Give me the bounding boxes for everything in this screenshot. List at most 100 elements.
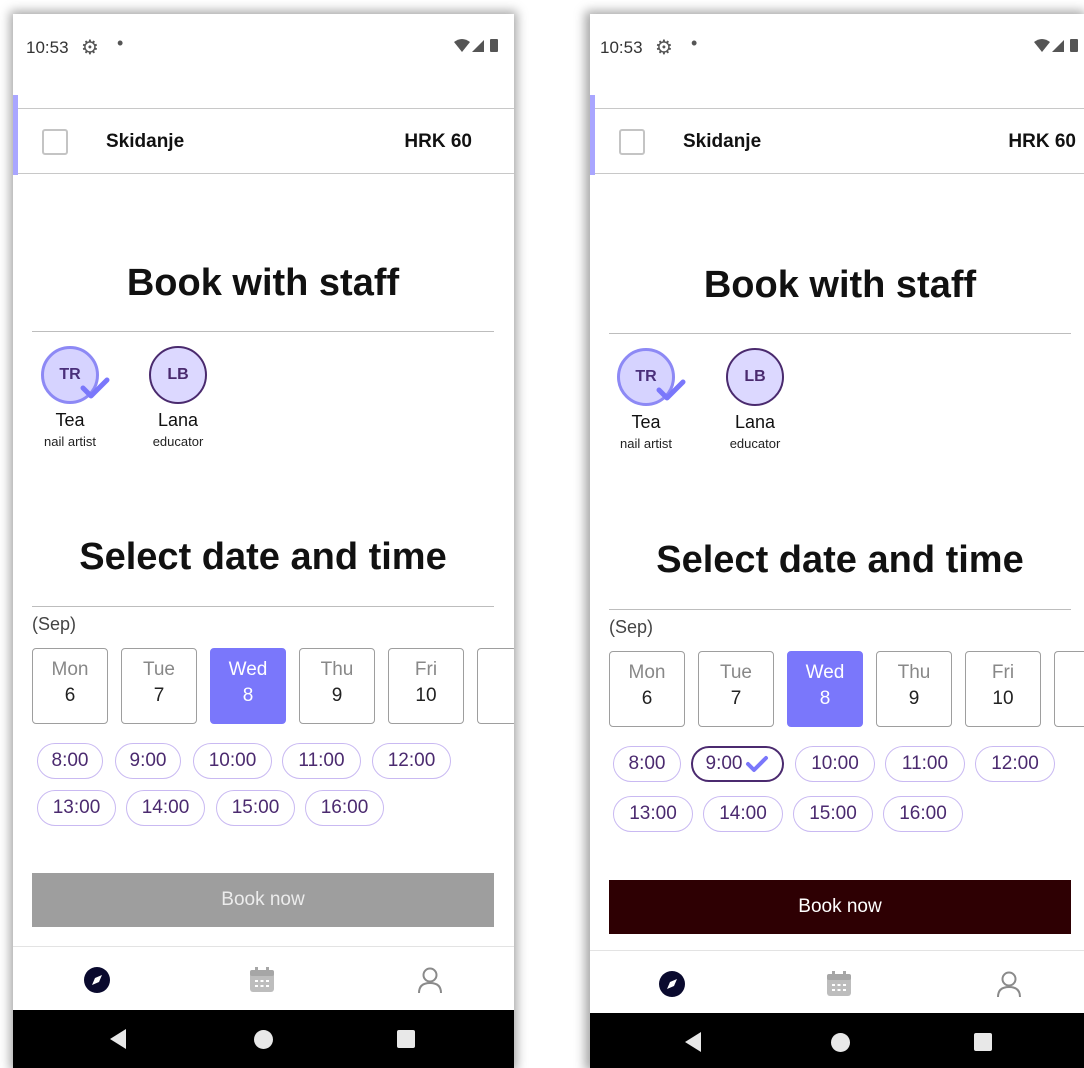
date-weekday: Mon [51, 659, 89, 680]
date-card-thu[interactable]: Thu 9 [299, 648, 375, 724]
compass-icon[interactable] [82, 965, 112, 995]
phone-screen-right: 10:53 ⚙ • Skidanje HRK 60 Book with staf… [590, 14, 1084, 1068]
date-card-tue[interactable]: Tue 7 [698, 651, 774, 727]
date-weekday: Fri [991, 662, 1015, 683]
person-icon[interactable] [994, 969, 1024, 999]
battery-icon [1070, 39, 1078, 52]
date-day: 6 [641, 688, 653, 709]
person-icon[interactable] [415, 965, 445, 995]
date-weekday: Tue [142, 659, 176, 680]
time-slot[interactable]: 15:00 [216, 790, 295, 826]
time-slot[interactable]: 13:00 [37, 790, 116, 826]
staff-name: Tea [631, 412, 661, 432]
time-slot[interactable]: 15:00 [793, 796, 873, 832]
time-slot[interactable]: 13:00 [613, 796, 693, 832]
android-nav-bar [590, 1013, 1084, 1068]
datetime-divider [32, 606, 494, 607]
date-weekday: Thu [897, 662, 931, 683]
time-slot-selected[interactable]: 9:00 [691, 746, 784, 782]
time-slot[interactable]: 9:00 [115, 743, 181, 779]
staff-section-title: Book with staff [703, 264, 977, 306]
back-icon[interactable] [685, 1032, 701, 1052]
recents-icon[interactable] [397, 1030, 415, 1048]
time-slot-label: 11:00 [901, 753, 949, 774]
avatar: TR [617, 348, 686, 406]
checkmark-icon [746, 756, 769, 772]
date-weekday: Wed [805, 662, 845, 683]
bottom-nav [590, 950, 1084, 1015]
book-now-button[interactable]: Book now [32, 873, 494, 927]
time-slot-label: 11:00 [298, 750, 345, 771]
time-slot-label: 14:00 [141, 797, 190, 818]
time-slot-label: 10:00 [811, 753, 859, 774]
checkmark-icon [656, 379, 686, 401]
time-slot[interactable]: 8:00 [37, 743, 103, 779]
phone-screen-left: 10:53 ⚙ • Skidanje HRK 60 Book with staf… [13, 14, 514, 1068]
date-card-mon[interactable]: Mon 6 [609, 651, 685, 727]
date-day: 10 [992, 688, 1014, 709]
time-slot-label: 8:00 [628, 753, 666, 774]
date-card-thu[interactable]: Thu 9 [876, 651, 952, 727]
date-card-wed[interactable]: Wed 8 [787, 651, 863, 727]
date-card-fri[interactable]: Fri 10 [388, 648, 464, 724]
book-now-button[interactable]: Book now [609, 880, 1071, 934]
staff-role: educator [152, 434, 204, 449]
time-slot[interactable]: 11:00 [885, 746, 965, 782]
date-card-fri[interactable]: Fri 10 [965, 651, 1041, 727]
gear-icon: ⚙ [655, 37, 673, 59]
date-day: 9 [331, 685, 343, 706]
calendar-icon[interactable] [247, 965, 277, 995]
service-accent-bar [13, 95, 18, 175]
compass-icon[interactable] [657, 969, 687, 999]
service-name: Skidanje [683, 131, 762, 152]
time-slot-label: 15:00 [809, 803, 857, 824]
staff-card-tea[interactable]: TR Tea nail artist [611, 348, 686, 451]
date-card-tue[interactable]: Tue 7 [121, 648, 197, 724]
time-slot[interactable]: 8:00 [613, 746, 681, 782]
staff-card-lana[interactable]: LB Lana educator [143, 346, 213, 449]
status-bar: 10:53 ⚙ • [590, 14, 1084, 80]
time-slot-label: 12:00 [991, 753, 1039, 774]
avatar-initials: LB [744, 368, 766, 385]
time-slot[interactable]: 12:00 [372, 743, 451, 779]
dot-icon: • [691, 33, 698, 53]
time-slot[interactable]: 10:00 [795, 746, 875, 782]
date-weekday: Mon [628, 662, 666, 683]
back-icon[interactable] [110, 1029, 126, 1049]
date-card-sat-partial[interactable] [477, 648, 514, 724]
avatar: LB [726, 348, 784, 406]
recents-icon[interactable] [974, 1033, 992, 1051]
time-slot[interactable]: 10:00 [193, 743, 272, 779]
month-label: (Sep) [32, 614, 77, 634]
staff-name: Lana [734, 412, 776, 432]
date-day: 8 [819, 688, 831, 709]
time-slot-label: 13:00 [629, 803, 677, 824]
service-checkbox[interactable] [619, 129, 645, 155]
date-card-wed[interactable]: Wed 8 [210, 648, 286, 724]
wifi-icon [1034, 39, 1050, 52]
service-name: Skidanje [106, 131, 185, 152]
time-slot[interactable]: 14:00 [126, 790, 205, 826]
date-day: 10 [415, 685, 437, 706]
service-row[interactable]: Skidanje HRK 60 [590, 95, 1084, 175]
time-slot[interactable]: 11:00 [282, 743, 361, 779]
time-slot-label: 12:00 [387, 750, 436, 771]
staff-card-tea[interactable]: TR Tea nail artist [35, 346, 110, 449]
time-slot[interactable]: 16:00 [305, 790, 384, 826]
avatar: TR [41, 346, 110, 404]
home-icon[interactable] [254, 1030, 273, 1049]
calendar-icon[interactable] [824, 969, 854, 999]
staff-section-title: Book with staff [126, 262, 400, 304]
service-checkbox[interactable] [42, 129, 68, 155]
date-card-mon[interactable]: Mon 6 [32, 648, 108, 724]
date-card-sat-partial[interactable] [1054, 651, 1084, 727]
staff-card-lana[interactable]: LB Lana educator [720, 348, 790, 451]
status-icons [454, 38, 504, 59]
time-slot-label: 10:00 [208, 750, 257, 771]
service-row[interactable]: Skidanje HRK 60 [13, 95, 514, 175]
time-slot[interactable]: 14:00 [703, 796, 783, 832]
home-icon[interactable] [831, 1033, 850, 1052]
bottom-nav [13, 946, 514, 1011]
time-slot[interactable]: 12:00 [975, 746, 1055, 782]
time-slot[interactable]: 16:00 [883, 796, 963, 832]
